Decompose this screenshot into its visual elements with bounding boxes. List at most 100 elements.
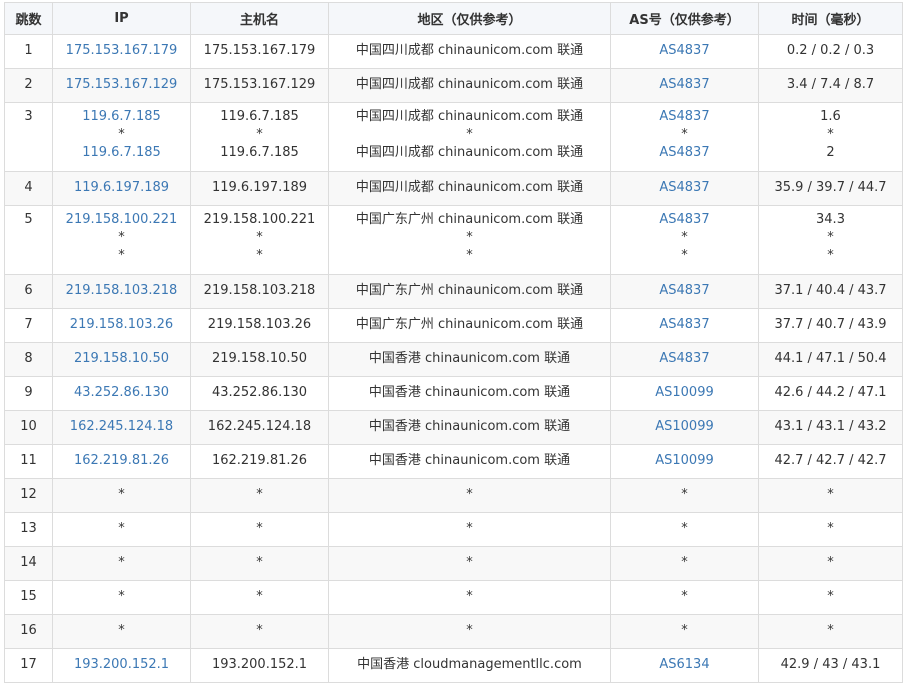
as-cell: AS4837 * AS4837 xyxy=(610,102,759,172)
ip-link[interactable]: 219.158.103.218 xyxy=(54,282,190,300)
hop-cell: 16 xyxy=(4,614,53,649)
hop-number: 8 xyxy=(24,351,33,366)
time-cell: 0.2 / 0.2 / 0.3 xyxy=(758,34,903,69)
time-text: 0.2 / 0.2 / 0.3 xyxy=(786,43,875,58)
ip-link[interactable]: 119.6.7.185 xyxy=(54,108,190,126)
hop-number: 17 xyxy=(20,657,37,672)
hostname-cell: 219.158.103.26 xyxy=(190,308,329,343)
timeout-marker: * xyxy=(827,230,834,245)
hop-cell: 4 xyxy=(4,171,53,206)
hop-cell: 11 xyxy=(4,444,53,479)
as-link[interactable]: AS10099 xyxy=(612,384,758,402)
hop-cell: 2 xyxy=(4,68,53,103)
ip-link[interactable]: 219.158.103.26 xyxy=(54,316,190,334)
host-text: 119.6.7.185 xyxy=(220,109,299,124)
ip-cell: * xyxy=(52,512,191,547)
table-row: 15 * * * * * xyxy=(4,580,903,615)
as-cell: AS4837 * * xyxy=(610,205,759,275)
ip-cell: 162.219.81.26 xyxy=(52,444,191,479)
region-cell: 中国四川成都 chinaunicom.com 联通 xyxy=(328,171,611,206)
host-text: 219.158.100.221 xyxy=(203,212,316,227)
area-text: 中国香港 cloudmanagementllc.com xyxy=(357,657,582,672)
hop-cell: 6 xyxy=(4,274,53,309)
hostname-cell: 43.252.86.130 xyxy=(190,376,329,411)
ip-link[interactable]: 175.153.167.179 xyxy=(54,42,190,60)
ip-cell: 119.6.7.185 * 119.6.7.185 xyxy=(52,102,191,172)
as-link[interactable]: AS4837 xyxy=(612,211,758,229)
hop-number: 4 xyxy=(24,180,33,195)
area-text: 中国四川成都 chinaunicom.com 联通 xyxy=(355,109,584,124)
hop-cell: 10 xyxy=(4,410,53,445)
ip-link[interactable]: 119.6.197.189 xyxy=(54,179,190,197)
hop-number: 11 xyxy=(20,453,37,468)
time-cell: 1.6 * 2 xyxy=(758,102,903,172)
as-link[interactable]: AS10099 xyxy=(612,418,758,436)
time-text: 2 xyxy=(826,145,835,160)
as-link[interactable]: AS4837 xyxy=(612,282,758,300)
as-link[interactable]: AS10099 xyxy=(612,452,758,470)
ip-cell: 162.245.124.18 xyxy=(52,410,191,445)
as-link[interactable]: AS4837 xyxy=(612,144,758,162)
hostname-cell: 193.200.152.1 xyxy=(190,648,329,683)
as-link[interactable]: AS4837 xyxy=(612,108,758,126)
ip-link[interactable]: 43.252.86.130 xyxy=(54,384,190,402)
time-cell: * xyxy=(758,580,903,615)
header-host: 主机名 xyxy=(190,2,329,35)
ip-cell: * xyxy=(52,546,191,581)
timeout-marker: * xyxy=(681,248,688,263)
ip-link[interactable]: 219.158.100.221 xyxy=(54,211,190,229)
as-cell: AS4837 xyxy=(610,274,759,309)
ip-cell: * xyxy=(52,614,191,649)
as-link[interactable]: AS4837 xyxy=(612,179,758,197)
as-cell: AS4837 xyxy=(610,34,759,69)
timeout-marker: * xyxy=(256,623,263,638)
ip-link[interactable]: 119.6.7.185 xyxy=(54,144,190,162)
table-body: 1 175.153.167.179 175.153.167.179 中国四川成都 ch… xyxy=(4,34,903,683)
hop-cell: 15 xyxy=(4,580,53,615)
region-cell: 中国广东广州 chinaunicom.com 联通 * * xyxy=(328,205,611,275)
time-text: 37.7 / 40.7 / 43.9 xyxy=(774,317,887,332)
as-cell: * xyxy=(610,512,759,547)
ip-link[interactable]: 175.153.167.129 xyxy=(54,76,190,94)
ip-link[interactable]: 219.158.10.50 xyxy=(54,350,190,368)
region-cell: * xyxy=(328,614,611,649)
timeout-marker: * xyxy=(118,521,125,536)
as-link[interactable]: AS4837 xyxy=(612,350,758,368)
as-link[interactable]: AS4837 xyxy=(612,316,758,334)
table-row: 11 162.219.81.26 162.219.81.26 中国香港 chinaun… xyxy=(4,444,903,479)
region-cell: 中国香港 chinaunicom.com 联通 xyxy=(328,376,611,411)
ip-link[interactable]: 193.200.152.1 xyxy=(54,656,190,674)
host-text: 175.153.167.129 xyxy=(203,77,316,92)
as-cell: AS4837 xyxy=(610,308,759,343)
hop-number: 1 xyxy=(24,43,33,58)
area-text: 中国广东广州 chinaunicom.com 联通 xyxy=(355,317,584,332)
host-text: 219.158.103.218 xyxy=(203,283,316,298)
as-link[interactable]: AS4837 xyxy=(612,42,758,60)
region-cell: 中国广东广州 chinaunicom.com 联通 xyxy=(328,308,611,343)
hostname-cell: * xyxy=(190,512,329,547)
time-cell: 34.3 * * xyxy=(758,205,903,275)
region-cell: 中国四川成都 chinaunicom.com 联通 xyxy=(328,34,611,69)
time-text: 42.6 / 44.2 / 47.1 xyxy=(774,385,887,400)
as-link[interactable]: AS4837 xyxy=(612,76,758,94)
region-cell: 中国香港 chinaunicom.com 联通 xyxy=(328,410,611,445)
as-link[interactable]: AS6134 xyxy=(612,656,758,674)
hostname-cell: * xyxy=(190,614,329,649)
timeout-marker: * xyxy=(681,623,688,638)
ip-link[interactable]: 162.219.81.26 xyxy=(54,452,190,470)
host-text: 162.245.124.18 xyxy=(207,419,312,434)
ip-link[interactable]: 162.245.124.18 xyxy=(54,418,190,436)
time-cell: 42.6 / 44.2 / 47.1 xyxy=(758,376,903,411)
table-row: 14 * * * * * xyxy=(4,546,903,581)
hop-cell: 8 xyxy=(4,342,53,377)
timeout-marker: * xyxy=(256,589,263,604)
timeout-marker: * xyxy=(118,127,125,142)
as-cell: AS4837 xyxy=(610,342,759,377)
host-text: 162.219.81.26 xyxy=(211,453,308,468)
region-cell: 中国香港 chinaunicom.com 联通 xyxy=(328,342,611,377)
timeout-marker: * xyxy=(256,127,263,142)
ip-cell: 175.153.167.179 xyxy=(52,34,191,69)
hop-cell: 17 xyxy=(4,648,53,683)
timeout-marker: * xyxy=(256,248,263,263)
hop-number: 14 xyxy=(20,555,37,570)
